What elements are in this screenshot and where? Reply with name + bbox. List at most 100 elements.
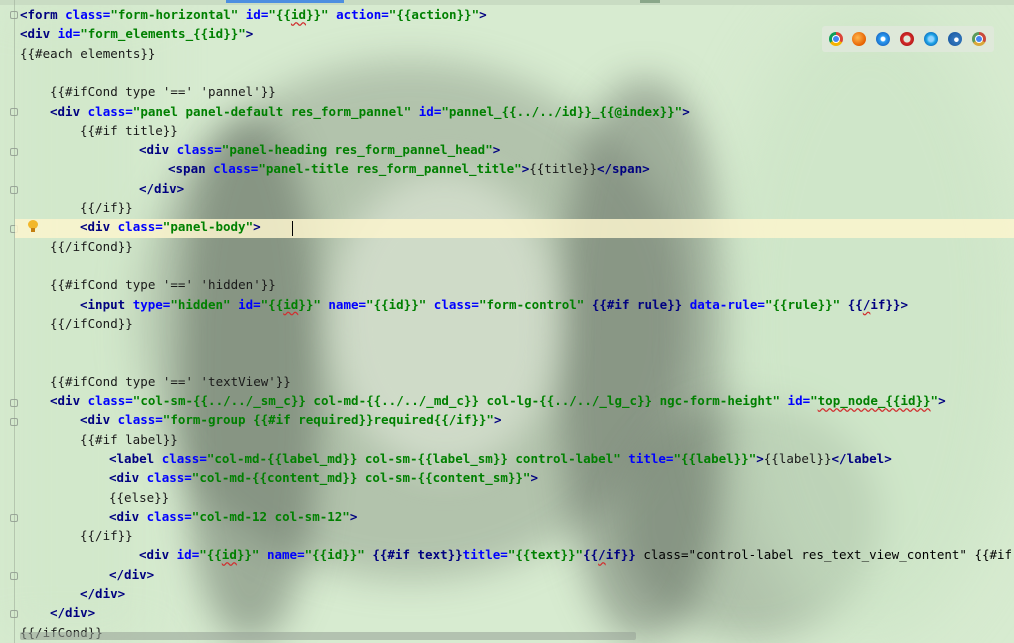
code-token: <label (109, 450, 162, 466)
code-line[interactable]: {{#if title}} (80, 121, 178, 140)
code-line[interactable]: <div id="{{id}}" name="{{id}}" {{#if tex… (139, 545, 1014, 564)
code-token: class= (213, 161, 259, 177)
code-token: </div> (50, 605, 96, 621)
code-token: class= (87, 393, 133, 408)
code-token: "form_elements_{{id}}" (80, 26, 246, 42)
code-line[interactable]: <label class="col-md-{{label_md}} col-sm… (109, 449, 892, 468)
code-token: title= (628, 450, 674, 466)
code-line[interactable]: <form class="form-horizontal" id="{{id}}… (20, 5, 487, 24)
code-line[interactable]: </div> (109, 565, 154, 584)
code-token: > (900, 296, 908, 312)
code-token: > (682, 103, 690, 119)
code-token: id= (238, 296, 261, 312)
fold-marker-icon[interactable] (10, 514, 18, 522)
fold-marker-icon[interactable] (10, 572, 18, 580)
code-token: id (283, 296, 299, 312)
active-tab-indicator[interactable] (226, 0, 344, 3)
code-editor[interactable]: <form class="form-horizontal" id="{{id}}… (0, 0, 1014, 643)
code-token: "panel panel-default res_form_pannel" (132, 103, 412, 119)
code-token: <div (80, 219, 118, 235)
code-token: <div (139, 547, 177, 563)
code-line[interactable]: <div id="form_elements_{{id}}"> (20, 24, 253, 43)
fold-marker-icon[interactable] (10, 148, 18, 156)
code-line[interactable]: <div class="form-group {{#if required}}r… (80, 410, 501, 429)
code-line[interactable]: <div class="col-md-12 col-sm-12"> (109, 507, 357, 526)
code-line[interactable]: {{/ifCond}} (50, 314, 133, 333)
code-line[interactable]: <div class="panel-heading res_form_panne… (139, 140, 500, 159)
code-token: > (245, 26, 254, 42)
code-token: data-rule= (689, 296, 765, 312)
code-line[interactable]: {{else}} (109, 488, 169, 507)
code-line[interactable]: <div class="col-md-{{content_md}} col-sm… (109, 468, 538, 487)
code-line[interactable]: {{#ifCond type '==' 'textView'}} (50, 372, 291, 391)
code-token: class= (117, 412, 163, 428)
code-token: {{#ifCond type '==' 'hidden'}} (50, 277, 276, 293)
code-line[interactable]: {{#ifCond type '==' 'pannel'}} (50, 82, 276, 101)
code-token: class= (433, 296, 479, 312)
code-line[interactable]: <span class="panel-title res_form_pannel… (168, 159, 650, 178)
ie-icon[interactable] (924, 32, 938, 46)
code-token: class= (117, 219, 163, 235)
fold-marker-icon[interactable] (10, 418, 18, 426)
code-token: type= (132, 296, 171, 312)
fold-marker-icon[interactable] (10, 610, 18, 618)
code-token: <div (50, 103, 88, 119)
safari-icon[interactable] (876, 32, 890, 46)
horizontal-scrollbar-thumb[interactable] (20, 632, 636, 640)
code-line[interactable]: <div class="col-sm-{{../../_sm_c}} col-m… (50, 391, 946, 410)
code-line[interactable]: {{#each elements}} (20, 44, 155, 63)
fold-marker-icon[interactable] (10, 399, 18, 407)
code-token: {{ (583, 547, 599, 563)
code-line[interactable]: </div> (50, 603, 95, 622)
code-token: id= (245, 7, 269, 22)
code-line[interactable]: </div> (80, 584, 125, 603)
code-token: " (930, 393, 939, 408)
code-token: {{title}} (529, 161, 597, 177)
opera-icon[interactable] (900, 32, 914, 46)
firefox-icon[interactable] (852, 32, 866, 46)
code-token: <div (109, 508, 147, 524)
code-token: "{{ (268, 7, 291, 22)
code-line[interactable]: {{/ifCond}} (50, 237, 133, 256)
code-token: "panel-title res_form_pannel_title" (258, 161, 522, 177)
code-token: id= (787, 393, 811, 408)
text-caret (292, 221, 293, 236)
code-token: }}" (298, 296, 321, 312)
code-line[interactable]: {{#ifCond type '==' 'hidden'}} (50, 275, 276, 294)
code-token: class= (146, 508, 192, 524)
code-token: / (598, 547, 606, 563)
editor-gutter[interactable] (0, 0, 18, 643)
code-token: <input (80, 296, 133, 312)
code-token: id= (418, 103, 442, 119)
code-line[interactable]: {{/if}} (80, 526, 133, 545)
code-token: "{{action}}" (388, 7, 480, 22)
fold-marker-icon[interactable] (10, 186, 18, 194)
code-token: > (492, 142, 501, 158)
code-line[interactable]: {{/if}} (80, 198, 133, 217)
code-token: > (349, 508, 358, 524)
chromium-icon[interactable] (972, 32, 986, 46)
chrome-icon[interactable] (829, 32, 843, 46)
code-line[interactable]: <div class="panel-body"> (80, 217, 261, 236)
code-token: class= (65, 7, 111, 22)
edge-icon[interactable] (948, 32, 962, 46)
code-token: <div (109, 470, 147, 486)
lightbulb-icon[interactable] (28, 220, 38, 232)
code-line[interactable]: <div class="panel panel-default res_form… (50, 102, 690, 121)
fold-marker-icon[interactable] (10, 11, 18, 19)
code-token: > (479, 7, 487, 22)
code-token: <div (50, 393, 88, 408)
code-token: "col-md-12 col-sm-12" (191, 508, 350, 524)
code-token: "col-md-{{content_md}} col-sm-{{content_… (191, 470, 531, 486)
fold-marker-icon[interactable] (10, 108, 18, 116)
code-line[interactable]: {{#if label}} (80, 430, 178, 449)
code-token: {{#if text}} (372, 547, 463, 563)
code-token: </label> (831, 450, 892, 466)
code-line[interactable]: <input type="hidden" id="{{id}}" name="{… (80, 295, 908, 314)
code-line[interactable]: </div> (139, 179, 184, 198)
code-token: name= (328, 296, 367, 312)
